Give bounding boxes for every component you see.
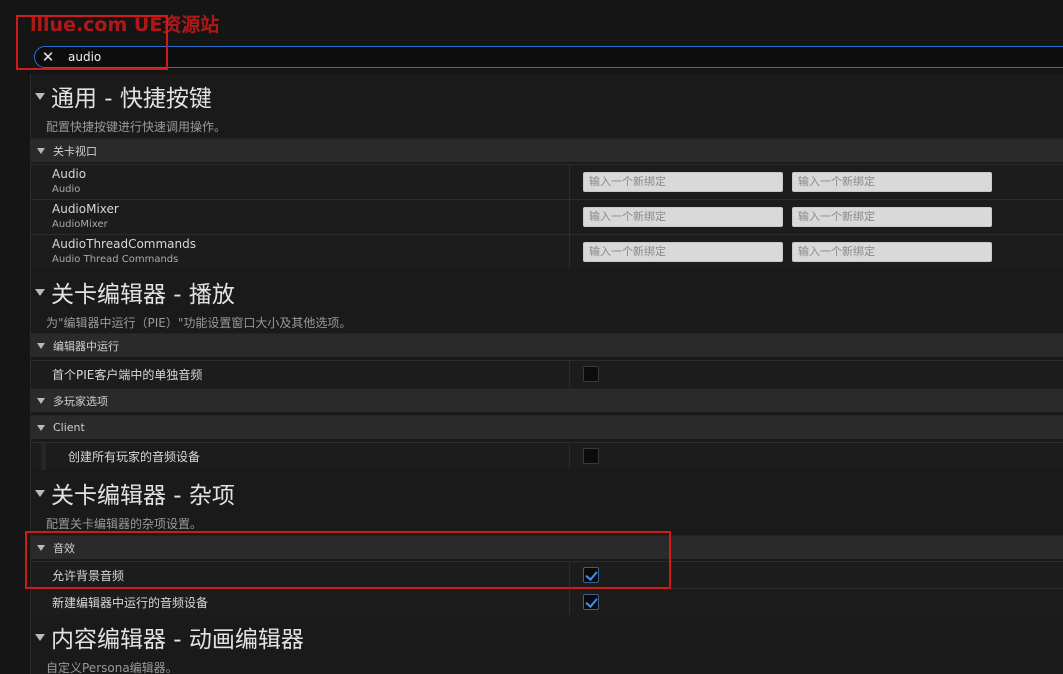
binding-input-primary[interactable]: 输入一个新绑定: [583, 242, 783, 262]
section-desc-misc: 配置关卡编辑器的杂项设置。: [46, 517, 203, 531]
close-icon[interactable]: ✕: [39, 48, 57, 66]
binding-input-primary[interactable]: 输入一个新绑定: [583, 172, 783, 192]
chevron-down-icon: [37, 342, 45, 349]
search-input[interactable]: [68, 48, 968, 66]
binding-input-secondary[interactable]: 输入一个新绑定: [792, 242, 992, 262]
section-desc-content: 自定义Persona编辑器。: [46, 661, 178, 674]
category-row-sound[interactable]: 音效: [31, 535, 1063, 559]
property-row-audio: Audio Audio 输入一个新绑定 输入一个新绑定: [31, 164, 1063, 199]
chevron-down-icon: [35, 489, 45, 497]
editor-preferences-window: lllue.com UE资源站 ✕ 通用 - 快捷按键 配置快捷按键进行快速调用…: [0, 0, 1063, 674]
category-row-client[interactable]: Client: [31, 415, 1063, 439]
settings-panel: 通用 - 快捷按键 配置快捷按键进行快速调用操作。 关卡视口 Audio Aud…: [30, 74, 1063, 674]
left-gutter: [0, 74, 30, 674]
checkbox-create-audio-all-players[interactable]: [583, 448, 599, 464]
property-row-create-audio-all-players: 创建所有玩家的音频设备: [31, 442, 1063, 470]
checkbox-pie-separate-audio[interactable]: [583, 366, 599, 382]
checkbox-new-pie-audio-device[interactable]: [583, 594, 599, 610]
section-title-general[interactable]: 通用 - 快捷按键: [35, 81, 212, 112]
checkbox-allow-background-audio[interactable]: [583, 567, 599, 583]
category-row-multiplayer[interactable]: 多玩家选项: [31, 388, 1063, 412]
section-title-misc[interactable]: 关卡编辑器 - 杂项: [35, 478, 235, 509]
watermark: lllue.com UE资源站: [30, 14, 220, 36]
section-desc-general: 配置快捷按键进行快速调用操作。: [46, 120, 227, 134]
search-box[interactable]: ✕: [34, 46, 1063, 68]
section-desc-play: 为"编辑器中运行（PIE）"功能设置窗口大小及其他选项。: [46, 316, 352, 330]
binding-input-primary[interactable]: 输入一个新绑定: [583, 207, 783, 227]
property-row-new-pie-audio-device: 新建编辑器中运行的音频设备: [31, 588, 1063, 615]
property-row-pie-separate-audio: 首个PIE客户端中的单独音频: [31, 360, 1063, 387]
chevron-down-icon: [37, 544, 45, 551]
property-row-allow-background-audio: 允许背景音频: [31, 561, 1063, 588]
category-row-pie[interactable]: 编辑器中运行: [31, 333, 1063, 357]
section-title-content[interactable]: 内容编辑器 - 动画编辑器: [35, 622, 304, 653]
binding-input-secondary[interactable]: 输入一个新绑定: [792, 172, 992, 192]
chevron-down-icon: [35, 92, 45, 100]
section-title-play[interactable]: 关卡编辑器 - 播放: [35, 277, 235, 308]
property-row-audiothreadcommands: AudioThreadCommands Audio Thread Command…: [31, 234, 1063, 269]
property-row-audiomixer: AudioMixer AudioMixer 输入一个新绑定 输入一个新绑定: [31, 199, 1063, 234]
chevron-down-icon: [35, 288, 45, 296]
category-row-level-viewport[interactable]: 关卡视口: [31, 138, 1063, 162]
chevron-down-icon: [35, 633, 45, 641]
chevron-down-icon: [37, 147, 45, 154]
binding-input-secondary[interactable]: 输入一个新绑定: [792, 207, 992, 227]
chevron-down-icon: [37, 424, 45, 431]
chevron-down-icon: [37, 397, 45, 404]
